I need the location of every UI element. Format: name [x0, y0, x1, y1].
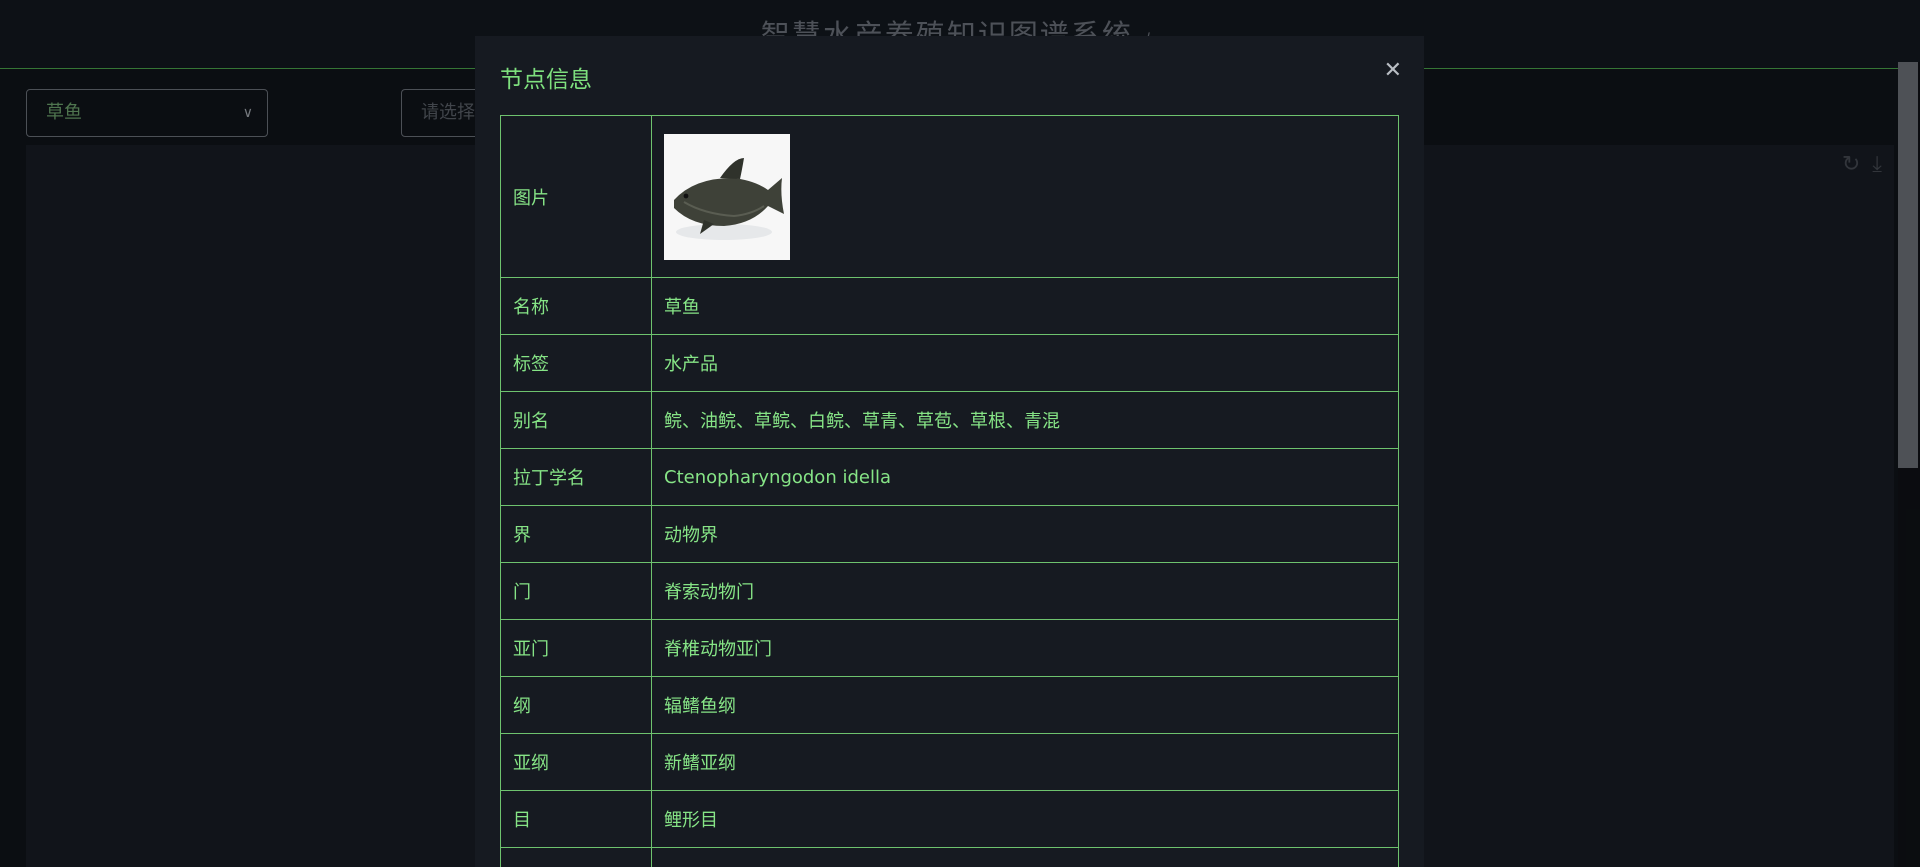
row-key: 门	[500, 562, 652, 620]
close-icon[interactable]: ✕	[1384, 58, 1402, 83]
table-row: 图片	[500, 115, 1399, 278]
table-row: 目 鲤形目	[500, 790, 1399, 848]
row-value: 水产品	[651, 334, 1399, 392]
row-value: 鲩、油鲩、草鲩、白鲩、草青、草苞、草根、青混	[651, 391, 1399, 449]
row-value: 鲤形目	[651, 790, 1399, 848]
table-row: 别名 鲩、油鲩、草鲩、白鲩、草青、草苞、草根、青混	[500, 391, 1399, 449]
row-value: Ctenopharyngodon idella	[651, 448, 1399, 506]
node-info-table: 图片 名称 草鱼 标签 水产品 别名 鲩、油鲩、草鲩、白鲩、草青、草苞、草根、青…	[500, 115, 1399, 867]
row-key: 目	[500, 790, 652, 848]
row-key: 名称	[500, 277, 652, 335]
row-key: 图片	[500, 115, 652, 278]
modal-title: 节点信息	[500, 67, 592, 93]
node-info-modal: 节点信息 ✕ 图片 名称 草鱼 标签 水产品 别名 鲩、油鲩、草鲩、白鲩、草青、…	[475, 36, 1424, 867]
row-value: 草鱼	[651, 277, 1399, 335]
fish-image[interactable]	[664, 133, 790, 260]
table-row: 纲 辐鳍鱼纲	[500, 676, 1399, 734]
table-row	[500, 847, 1399, 867]
row-value: 新鳍亚纲	[651, 733, 1399, 791]
row-value	[651, 847, 1399, 867]
table-row: 门 脊索动物门	[500, 562, 1399, 620]
row-value: 辐鳍鱼纲	[651, 676, 1399, 734]
row-key: 别名	[500, 391, 652, 449]
table-row: 拉丁学名 Ctenopharyngodon idella	[500, 448, 1399, 506]
row-value	[651, 115, 1399, 278]
row-key: 纲	[500, 676, 652, 734]
table-row: 亚纲 新鳍亚纲	[500, 733, 1399, 791]
row-value: 动物界	[651, 505, 1399, 563]
row-key: 亚门	[500, 619, 652, 677]
row-key: 界	[500, 505, 652, 563]
table-row: 界 动物界	[500, 505, 1399, 563]
table-row: 名称 草鱼	[500, 277, 1399, 335]
row-key: 标签	[500, 334, 652, 392]
row-key: 亚纲	[500, 733, 652, 791]
row-key	[500, 847, 652, 867]
row-value: 脊索动物门	[651, 562, 1399, 620]
table-row: 标签 水产品	[500, 334, 1399, 392]
table-row: 亚门 脊椎动物亚门	[500, 619, 1399, 677]
row-key: 拉丁学名	[500, 448, 652, 506]
row-value: 脊椎动物亚门	[651, 619, 1399, 677]
